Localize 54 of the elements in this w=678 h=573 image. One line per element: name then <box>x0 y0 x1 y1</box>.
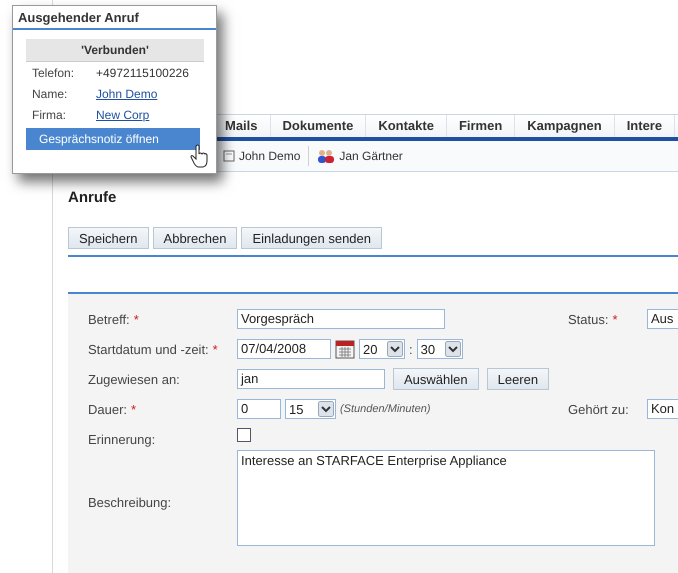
chevron-down-icon <box>318 401 334 417</box>
nav-tab[interactable]: Kontakte <box>366 115 447 137</box>
side-select[interactable]: Kon <box>647 399 678 419</box>
call-status: 'Verbunden' <box>26 39 204 62</box>
open-note-button[interactable]: Gesprächsnotiz öffnen <box>26 128 200 150</box>
field-label: Gehört zu: <box>568 402 629 416</box>
nav-tab[interactable]: Dokumente <box>270 115 366 137</box>
hour-select[interactable]: 20 <box>359 339 405 359</box>
nav-tab[interactable]: Kampagnen <box>515 115 615 137</box>
minutes-select[interactable]: 15 <box>285 399 336 419</box>
calendar-icon <box>335 339 355 359</box>
required-mark: * <box>131 402 136 416</box>
form-button[interactable]: Leeren <box>486 368 550 390</box>
field-label: Telefon: <box>32 66 76 80</box>
date-field[interactable]: 07/04/2008 <box>237 339 331 359</box>
field-label: Betreff: <box>88 312 130 326</box>
chevron-down-icon <box>387 341 403 357</box>
field-label: Firma: <box>32 108 67 122</box>
field-label: Dauer: <box>88 402 128 416</box>
contact-link[interactable]: John Demo <box>96 87 204 101</box>
field-label: Erinnerung: <box>88 432 156 446</box>
hint-text: (Stunden/Minuten) <box>340 403 430 415</box>
nav-tab[interactable]: Firmen <box>446 115 516 137</box>
field-value: +4972115100226 <box>96 66 190 80</box>
recent-link[interactable]: John Demo <box>239 149 300 163</box>
description-field[interactable]: Interesse an STARFACE Enterprise Appliance <box>237 450 655 546</box>
contact-link[interactable]: New Corp <box>96 108 204 122</box>
toolbar-button[interactable]: Abbrechen <box>152 227 238 249</box>
minute-select[interactable]: 30 <box>416 339 463 359</box>
field-label: Zugewiesen an: <box>88 372 180 386</box>
chevron-down-icon <box>444 341 461 357</box>
required-mark: * <box>612 312 618 326</box>
form-button[interactable]: Auswählen <box>393 368 479 390</box>
nav-tab[interactable]: Intere <box>614 115 676 137</box>
users-icon <box>317 149 336 163</box>
assignee-field[interactable]: jan <box>237 369 385 389</box>
field-label: Status: <box>568 312 608 326</box>
hours-field[interactable]: 0 <box>237 399 281 419</box>
text-field[interactable]: Vorgespräch <box>237 309 445 329</box>
required-mark: * <box>134 312 139 326</box>
field-label: Name: <box>32 87 68 101</box>
side-select[interactable]: Aus <box>647 309 678 329</box>
required-mark: * <box>212 342 218 356</box>
checkbox[interactable] <box>237 428 251 442</box>
popup-title: Ausgehender Anruf <box>13 6 216 30</box>
document-icon <box>223 150 235 162</box>
page-title: Anrufe <box>68 189 118 208</box>
recent-link[interactable]: Jan Gärtner <box>339 149 403 163</box>
toolbar-button[interactable]: Einladungen senden <box>241 227 382 249</box>
field-label: Beschreibung: <box>88 494 172 510</box>
toolbar-button[interactable]: Speichern <box>68 227 149 249</box>
time-separator: : <box>409 342 413 356</box>
hand-cursor-icon <box>190 144 210 168</box>
field-label: Startdatum und -zeit: <box>88 342 209 356</box>
